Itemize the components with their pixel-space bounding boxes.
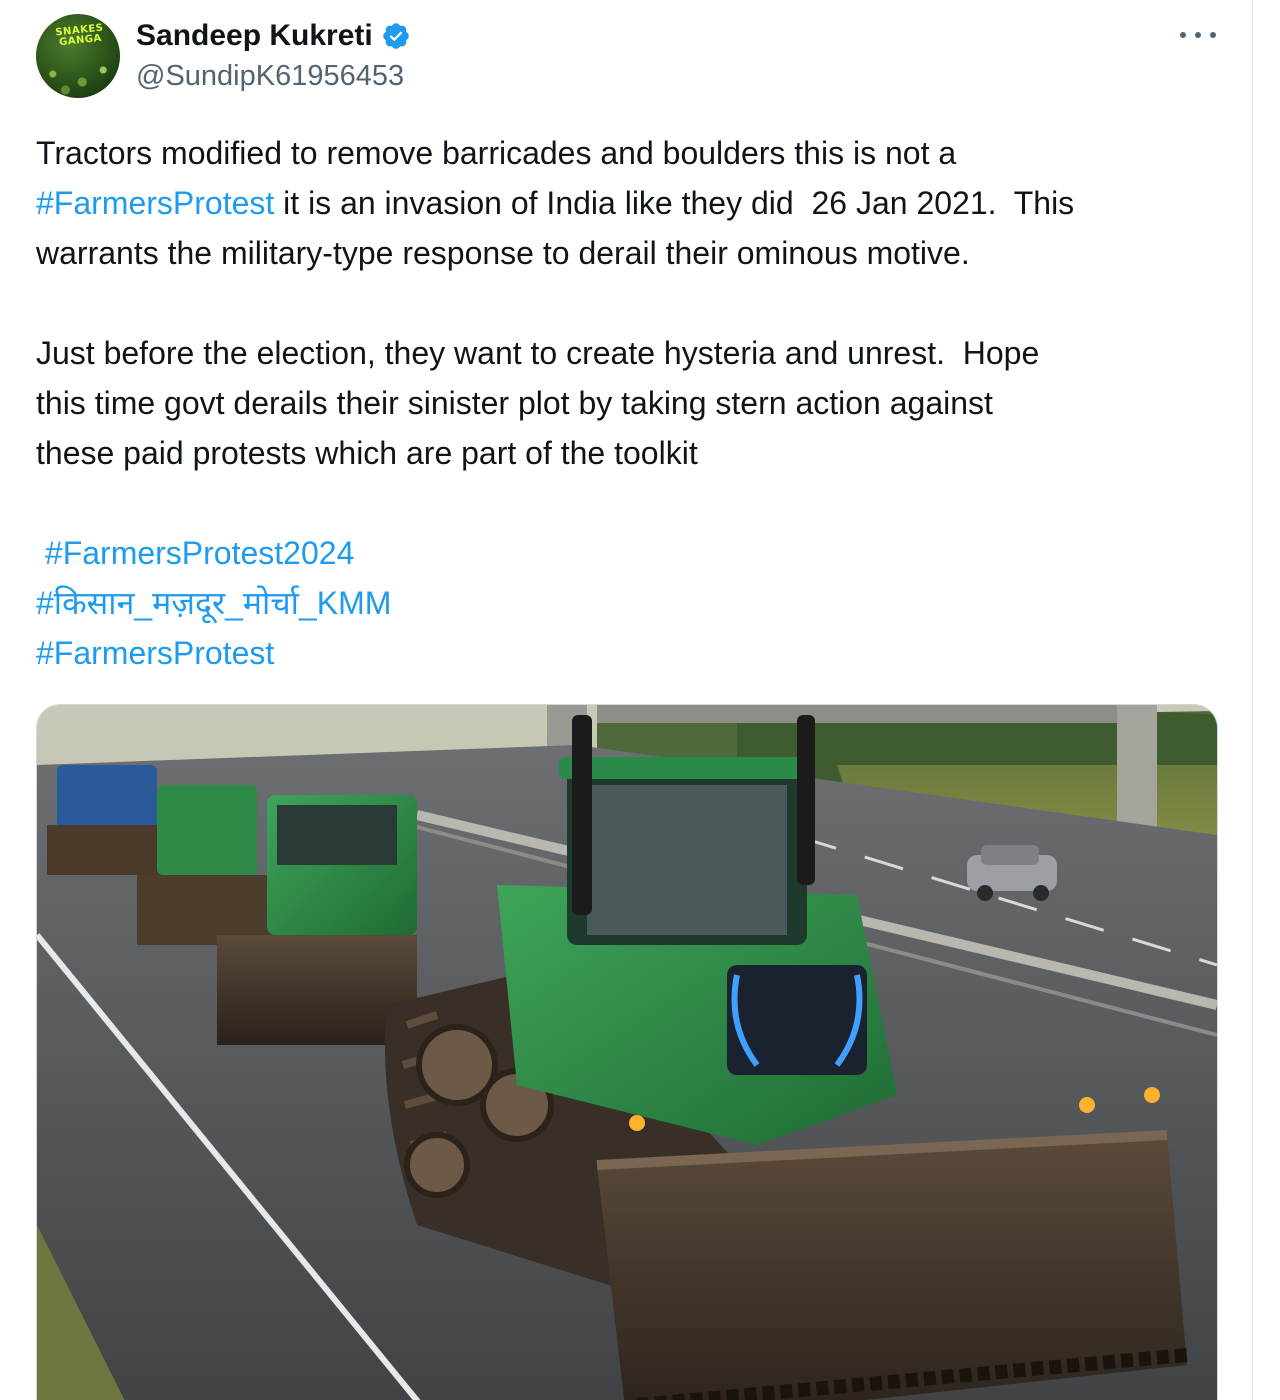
avatar[interactable]: SNAKES GANGA	[36, 14, 120, 98]
tweet-line-5: this time govt derails their sinister pl…	[36, 385, 993, 421]
verified-badge-icon	[381, 21, 411, 51]
tweet-line-4: Just before the election, they want to c…	[36, 335, 1040, 371]
more-options-icon[interactable]	[1180, 20, 1216, 50]
tweet-line-6: these paid protests which are part of th…	[36, 435, 698, 471]
avatar-pattern	[36, 58, 120, 98]
tweet-line-2: #FarmersProtest it is an invasion of Ind…	[36, 178, 1226, 228]
tweet-card: SNAKES GANGA Sandeep Kukreti @SundipK6195…	[0, 0, 1253, 1400]
tractor-highway-illustration	[37, 705, 1217, 1400]
tweet-line-3: warrants the military-type response to d…	[36, 235, 970, 271]
hashtag-link[interactable]: #FarmersProtest	[36, 628, 1226, 678]
hashtag-link[interactable]: #किसान_मज़दूर_मोर्चा_KMM	[36, 578, 1226, 628]
hashtag-link[interactable]: #FarmersProtest	[36, 185, 274, 221]
paragraph-break	[36, 278, 1226, 328]
tweet-text: Tractors modified to remove barricades a…	[36, 128, 1226, 678]
avatar-logo: SNAKES GANGA	[54, 22, 104, 49]
tweet-line-2-text: it is an invasion of India like they did…	[274, 185, 1075, 221]
author-name-row: Sandeep Kukreti	[136, 18, 411, 54]
tweet-media-image[interactable]	[36, 704, 1218, 1400]
paragraph-break	[36, 478, 1226, 528]
author-handle[interactable]: @SundipK61956453	[136, 60, 404, 93]
tweet-line-1: Tractors modified to remove barricades a…	[36, 135, 957, 171]
author-display-name[interactable]: Sandeep Kukreti	[136, 19, 373, 53]
hashtag-link[interactable]: #FarmersProtest2024	[36, 528, 1226, 578]
